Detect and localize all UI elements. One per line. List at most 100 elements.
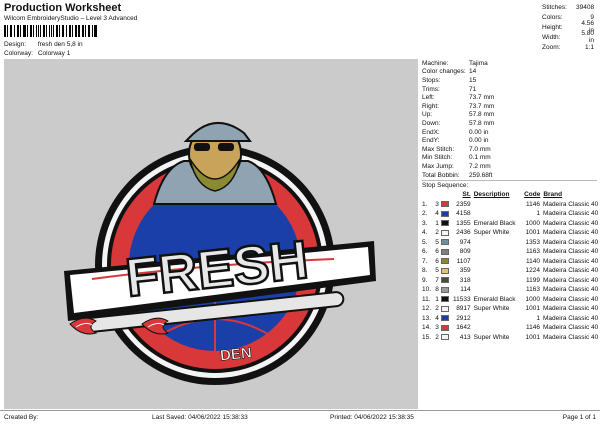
info-row: Max Jump: 7.2 mm: [422, 162, 597, 171]
seq-brand: Madeira Classic 40: [543, 286, 599, 294]
table-row: 4. 2 2436 Super White 1001 Madeira Classic 40: [422, 228, 599, 238]
stat-stitches: Stitches: 39408: [542, 2, 594, 12]
info-value: 7.2 mm: [469, 162, 491, 170]
info-label: Stops:: [422, 76, 441, 84]
table-row: 12. 2 8917 Super White 1001 Madeira Classic 4…: [422, 304, 598, 314]
info-label: Max Stitch:: [422, 145, 455, 153]
seq-stitches: 974: [459, 238, 471, 246]
seq-stitches: 114: [460, 286, 471, 294]
seq-stitches: 8917: [456, 305, 471, 313]
info-label: Min Stitch:: [422, 154, 453, 162]
seq-brand: Madeira Classic 40: [543, 257, 599, 265]
seq-code: 1146: [526, 200, 540, 208]
seq-index: 7.: [422, 257, 428, 265]
seq-stitches: 359: [459, 267, 471, 275]
colorway-value: Colorway 1: [37, 50, 71, 57]
table-row: 10. 8 114 1163 Madeira Classic 40: [422, 285, 599, 295]
seq-stitches: 1642: [456, 324, 471, 332]
info-row: Left: 73.7 mm: [422, 93, 597, 102]
color-swatch: [440, 239, 449, 246]
stat-value: 5.80 in: [581, 30, 594, 44]
info-row: EndX: 0.00 in: [422, 128, 597, 137]
stat-width: Width: 5.80 in: [542, 30, 594, 44]
seq-code: 1: [536, 314, 540, 322]
info-value: 7.0 mm: [469, 145, 491, 153]
seq-stop: 6: [435, 248, 439, 256]
seq-stop: 8: [435, 286, 439, 294]
seq-stop: 4: [435, 210, 439, 218]
stat-label: Zoom:: [542, 43, 561, 51]
seq-description: Emerald Black: [473, 295, 516, 303]
seq-description: Super White: [473, 305, 510, 313]
info-row: Up: 57.8 mm: [422, 111, 597, 120]
embroidery-design: FRESH DEN: [64, 121, 376, 385]
colorway-row: Colorway: Colorway 1: [4, 50, 70, 57]
info-label: Color changes:: [422, 68, 466, 76]
info-label: Up:: [422, 111, 433, 119]
seq-stitches: 413: [459, 333, 471, 341]
seq-stitches: 1355: [456, 219, 471, 227]
table-row: 9. 7 318 1199 Madeira Classic 40: [422, 275, 598, 285]
seq-stitches: 4158: [456, 210, 471, 218]
seq-stitches: 2436: [456, 229, 471, 237]
seq-stop: 6: [435, 257, 439, 265]
seq-stop: 3: [435, 200, 439, 208]
seq-stop: 1: [435, 295, 439, 303]
software-subtitle: Wilcom EmbroideryStudio – Level 3 Advanc…: [4, 15, 138, 22]
info-row: Machine: Tajima: [422, 59, 597, 68]
seq-brand: Madeira Classic 40: [543, 248, 599, 256]
info-value: 0.1 mm: [469, 154, 491, 162]
created-by: Created By:: [4, 414, 39, 421]
stat-value: 39408: [576, 3, 595, 11]
color-swatch: [440, 229, 449, 236]
printed-date: Printed: 04/06/2022 15:38:35: [330, 414, 414, 421]
info-row: Total Bobbin: 259.68ft: [422, 171, 597, 180]
seq-index: 5.: [422, 238, 428, 246]
seq-stop: 5: [435, 238, 439, 246]
stop-sequence-table: 1. 3 2359 1146 Madeira Classic 40 2. 4 4158 1 Mad…: [422, 199, 599, 342]
seq-stitches: 11533: [453, 295, 471, 303]
color-swatch: [440, 334, 449, 341]
seq-code: 1146: [526, 324, 540, 332]
seq-stitches: 1107: [456, 257, 471, 265]
info-row: Down: 57.8 mm: [422, 119, 597, 128]
info-value: 0.00 in: [469, 137, 489, 145]
last-saved: Last Saved: 04/06/2022 15:38:33: [152, 414, 248, 421]
info-label: Total Bobbin:: [422, 171, 460, 179]
table-row: 1. 3 2359 1146 Madeira Classic 40: [422, 199, 598, 209]
stop-sequence-title: Stop Sequence:: [422, 182, 469, 190]
design-label: Design:: [4, 41, 27, 48]
seq-brand: Madeira Classic 40: [543, 210, 599, 218]
seq-stitches: 2359: [456, 200, 471, 208]
cap-icon: [183, 121, 252, 142]
info-value: 57.8 mm: [469, 119, 495, 127]
stat-label: Width:: [542, 33, 561, 41]
footer: Created By: Last Saved: 04/06/2022 15:38…: [0, 410, 600, 424]
color-swatch: [440, 315, 449, 322]
seq-index: 9.: [422, 276, 428, 284]
color-swatch: [440, 324, 449, 331]
info-label: Machine:: [422, 59, 449, 67]
info-row: Stops: 15: [422, 76, 597, 85]
seq-stop: 2: [435, 305, 439, 313]
colorway-label: Colorway:: [4, 50, 33, 57]
col-description: Description: [473, 191, 510, 199]
seq-code: 1: [536, 210, 540, 218]
color-swatch: [440, 267, 449, 274]
info-label: Down:: [422, 119, 441, 127]
seq-stop: 1: [435, 219, 439, 227]
seq-index: 1.: [422, 200, 428, 208]
seq-index: 15.: [422, 333, 432, 341]
table-row: 2. 4 4158 1 Madeira Classic 40: [422, 209, 599, 219]
seq-index: 6.: [422, 248, 428, 256]
seq-index: 4.: [422, 229, 428, 237]
stat-value: 1:1: [584, 43, 594, 51]
color-swatch: [440, 220, 449, 227]
table-row: 7. 6 1107 1140 Madeira Classic 40: [422, 256, 599, 266]
info-label: Trims:: [422, 85, 440, 93]
color-swatch: [440, 296, 449, 303]
info-row: Min Stitch: 0.1 mm: [422, 154, 597, 163]
seq-brand: Madeira Classic 40: [543, 229, 599, 237]
stop-sequence-header: St. Description Code Brand: [422, 190, 597, 199]
seq-description: Super White: [473, 229, 510, 237]
